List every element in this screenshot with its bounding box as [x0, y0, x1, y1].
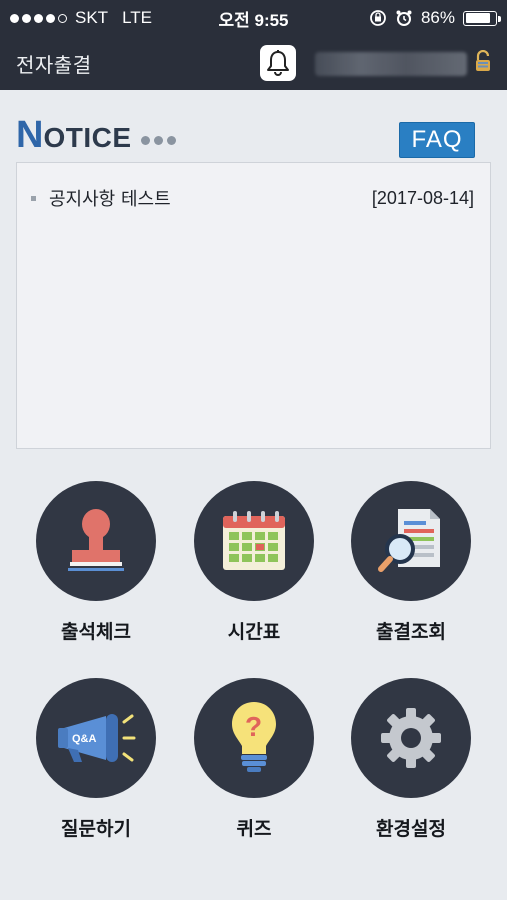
- notice-list: 공지사항 테스트 [2017-08-14]: [16, 162, 491, 449]
- stamp-icon: [68, 509, 124, 571]
- menu-quiz[interactable]: ? 퀴즈: [184, 678, 324, 841]
- bullet-icon: [31, 195, 36, 201]
- gear-icon: [381, 708, 441, 768]
- app-title: 전자출결: [16, 52, 92, 77]
- network-type: LTE: [122, 8, 152, 27]
- document-search-icon: [378, 509, 440, 572]
- list-item[interactable]: 공지사항 테스트 [2017-08-14]: [31, 185, 474, 211]
- menu-ask-question-circle[interactable]: Q&A: [36, 678, 156, 798]
- menu-settings-label: 환경설정: [376, 818, 446, 840]
- more-dots-icon[interactable]: [140, 135, 176, 145]
- app-header: 전자출결: [0, 36, 507, 90]
- menu-timetable-label: 시간표: [227, 621, 281, 643]
- menu-ask-question-label: 질문하기: [61, 818, 131, 840]
- menu-settings-circle[interactable]: [351, 678, 471, 798]
- megaphone-qa-icon: Q&A: [58, 714, 136, 762]
- bell-icon: [267, 50, 289, 76]
- status-bar: SKT LTE 오전 9:55 86%: [0, 0, 507, 36]
- menu-attendance-check[interactable]: 출석체크: [26, 481, 166, 644]
- svg-text:?: ?: [245, 711, 262, 742]
- menu-quiz-circle[interactable]: ?: [194, 678, 314, 798]
- menu-attendance-lookup-label: 출결조회: [376, 621, 446, 643]
- user-name-blurred: [315, 52, 467, 76]
- rotation-lock-icon: [370, 10, 386, 26]
- calendar-icon: [223, 511, 285, 570]
- notice-item-title: 공지사항 테스트: [49, 189, 171, 210]
- notification-bell-button[interactable]: [260, 45, 296, 81]
- carrier-name: SKT: [75, 8, 109, 27]
- menu-attendance-check-circle[interactable]: [36, 481, 156, 601]
- battery-icon: [463, 10, 501, 26]
- menu-attendance-lookup-circle[interactable]: [351, 481, 471, 601]
- menu-settings[interactable]: 환경설정: [341, 678, 481, 841]
- alarm-icon: [396, 10, 412, 26]
- notice-heading: N OTICE: [16, 116, 176, 154]
- notice-item-date: [2017-08-14]: [371, 187, 474, 208]
- faq-button[interactable]: FAQ: [399, 122, 475, 158]
- battery-percent: 86%: [420, 8, 455, 27]
- notice-heading-initial: N: [16, 114, 44, 156]
- battery-level-fill: [465, 13, 491, 23]
- signal-strength-icon: [10, 13, 67, 23]
- menu-attendance-check-label: 출석체크: [61, 621, 131, 643]
- lock-icon[interactable]: [474, 50, 492, 72]
- lightbulb-question-icon: ?: [232, 702, 276, 772]
- menu-quiz-label: 퀴즈: [236, 818, 272, 840]
- menu-ask-question[interactable]: Q&A 질문하기: [26, 678, 166, 841]
- svg-text:Q&A: Q&A: [72, 733, 97, 745]
- menu-attendance-lookup[interactable]: 출결조회: [341, 481, 481, 644]
- menu-timetable-circle[interactable]: [194, 481, 314, 601]
- notice-heading-rest: OTICE: [43, 122, 132, 153]
- menu-timetable[interactable]: 시간표: [184, 481, 324, 644]
